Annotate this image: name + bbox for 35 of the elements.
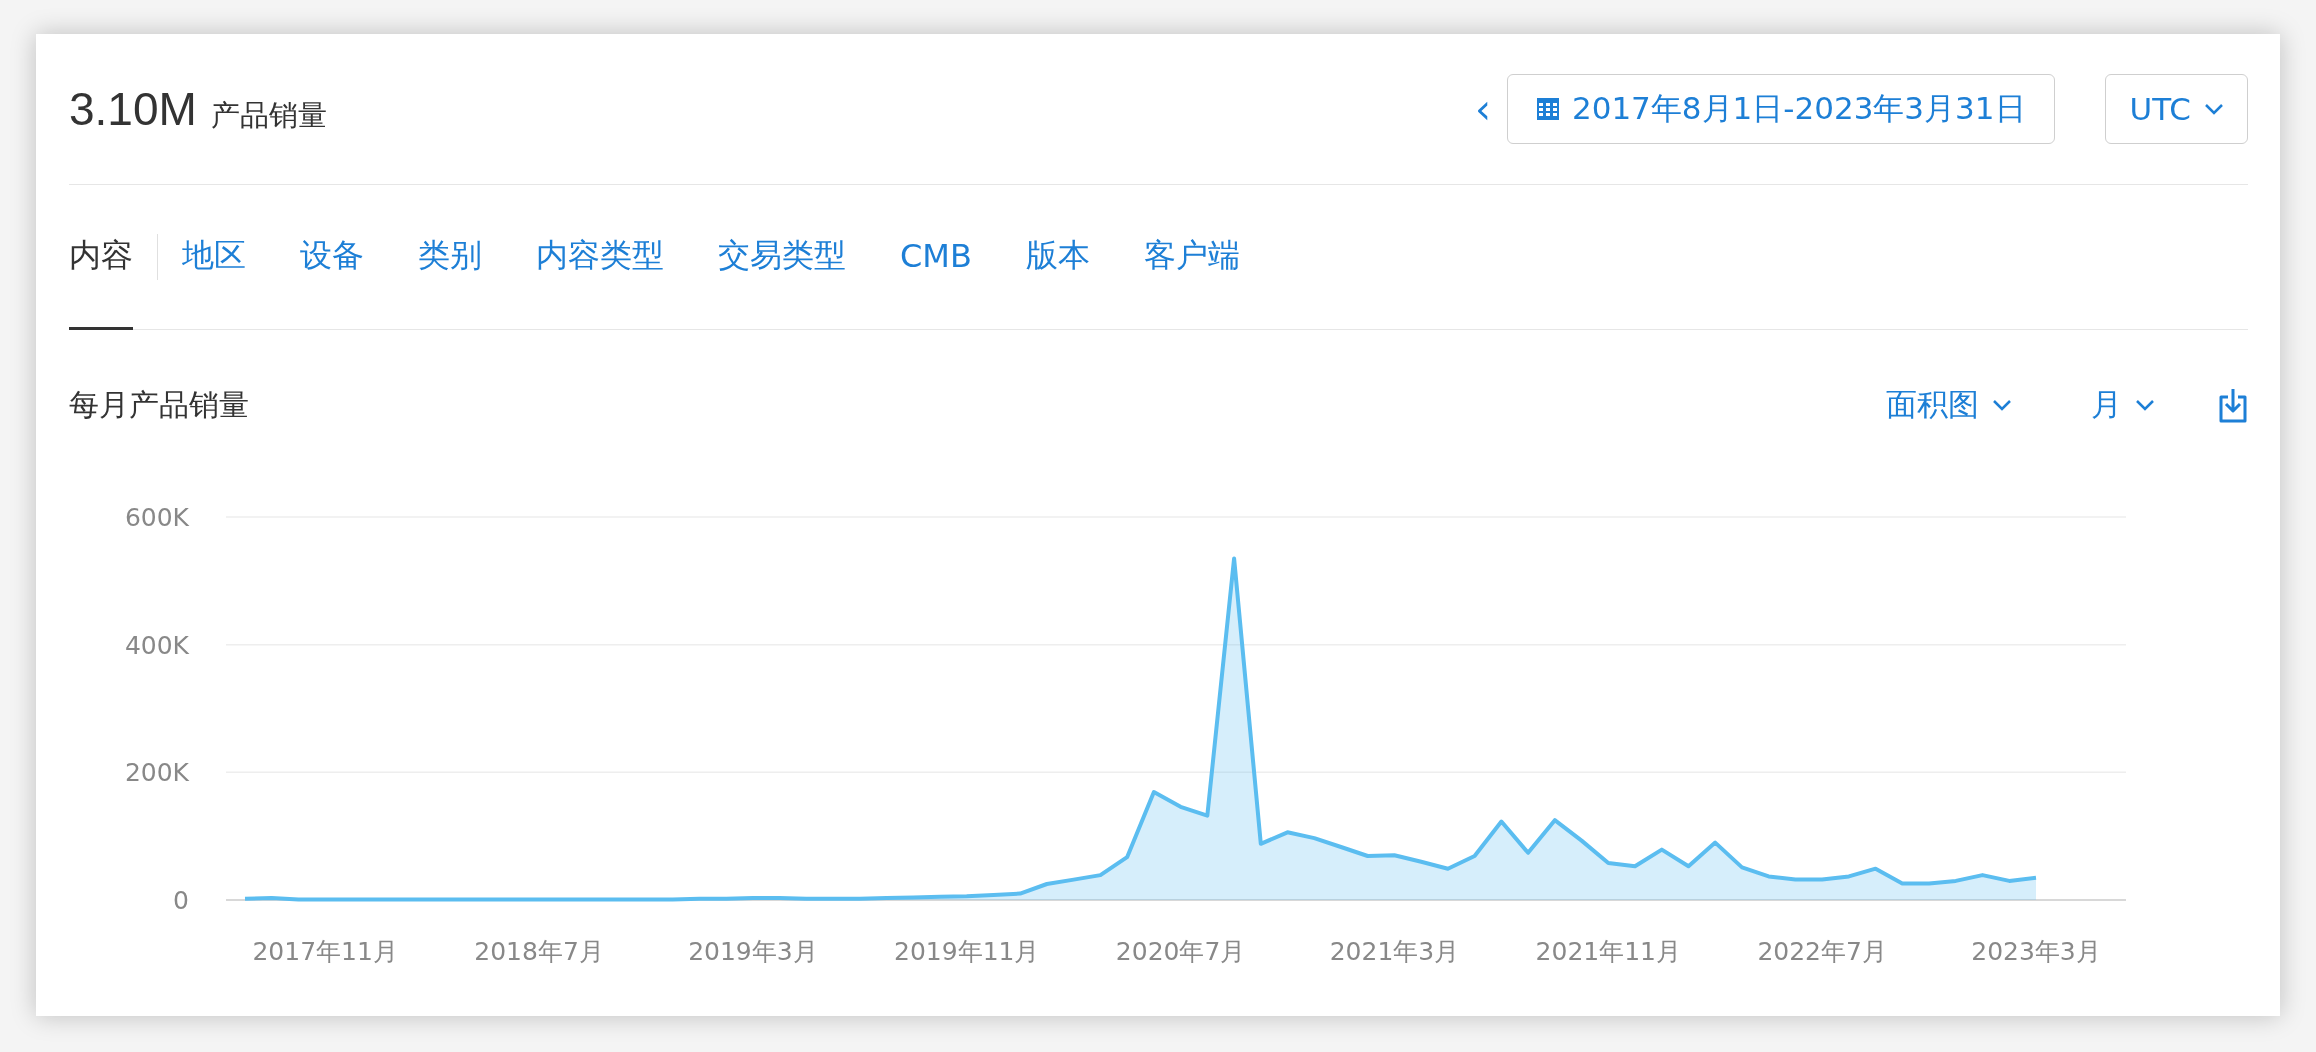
tab[interactable]: 交易类型 bbox=[718, 185, 846, 330]
tab[interactable]: 地区 bbox=[182, 185, 246, 330]
tab[interactable]: 设备 bbox=[300, 185, 364, 330]
x-axis-label: 2021年3月 bbox=[1329, 937, 1460, 966]
tab[interactable]: 版本 bbox=[1025, 185, 1090, 330]
total-sales-label: 产品销量 bbox=[210, 97, 327, 134]
tab[interactable]: 客户端 bbox=[1143, 185, 1240, 330]
y-axis-label: 0 bbox=[173, 886, 189, 915]
tab[interactable]: CMB bbox=[900, 185, 972, 330]
x-axis-label: 2017年11月 bbox=[252, 937, 398, 966]
y-axis-label: 400K bbox=[124, 630, 189, 660]
interval-dropdown[interactable]: 月 bbox=[2091, 384, 2154, 426]
chevron-down-icon bbox=[2136, 399, 2154, 411]
x-axis-label: 2021年11月 bbox=[1535, 937, 1681, 966]
x-axis-label: 2020年7月 bbox=[1115, 937, 1246, 966]
timezone-dropdown[interactable]: UTC bbox=[2104, 74, 2248, 144]
tab[interactable]: 内容 bbox=[69, 185, 133, 330]
x-axis-label: 2023年3月 bbox=[1971, 937, 2101, 966]
tab[interactable]: 类别 bbox=[418, 185, 482, 330]
total-sales-value: 3.10M bbox=[69, 82, 197, 136]
y-axis-label: 200K bbox=[124, 758, 189, 788]
x-axis-label: 2018年7月 bbox=[474, 937, 604, 966]
calendar-icon bbox=[1535, 97, 1560, 121]
chart-title: 每月产品销量 bbox=[69, 385, 249, 424]
chart-type-dropdown[interactable]: 面积图 bbox=[1886, 384, 2011, 426]
x-axis-label: 2022年7月 bbox=[1757, 937, 1887, 966]
chevron-down-icon bbox=[1993, 399, 2011, 411]
chevron-down-icon bbox=[2205, 103, 2223, 115]
previous-period-button[interactable]: ‹ bbox=[1466, 86, 1499, 132]
y-axis-label: 600K bbox=[124, 503, 189, 532]
date-range-button[interactable]: 2017年8月1日-2023年3月31日 bbox=[1506, 74, 2055, 144]
x-axis-label: 2019年11月 bbox=[894, 937, 1040, 966]
x-axis-label: 2019年3月 bbox=[688, 937, 818, 966]
download-icon[interactable] bbox=[2218, 387, 2248, 423]
tab[interactable]: 内容类型 bbox=[536, 185, 664, 330]
